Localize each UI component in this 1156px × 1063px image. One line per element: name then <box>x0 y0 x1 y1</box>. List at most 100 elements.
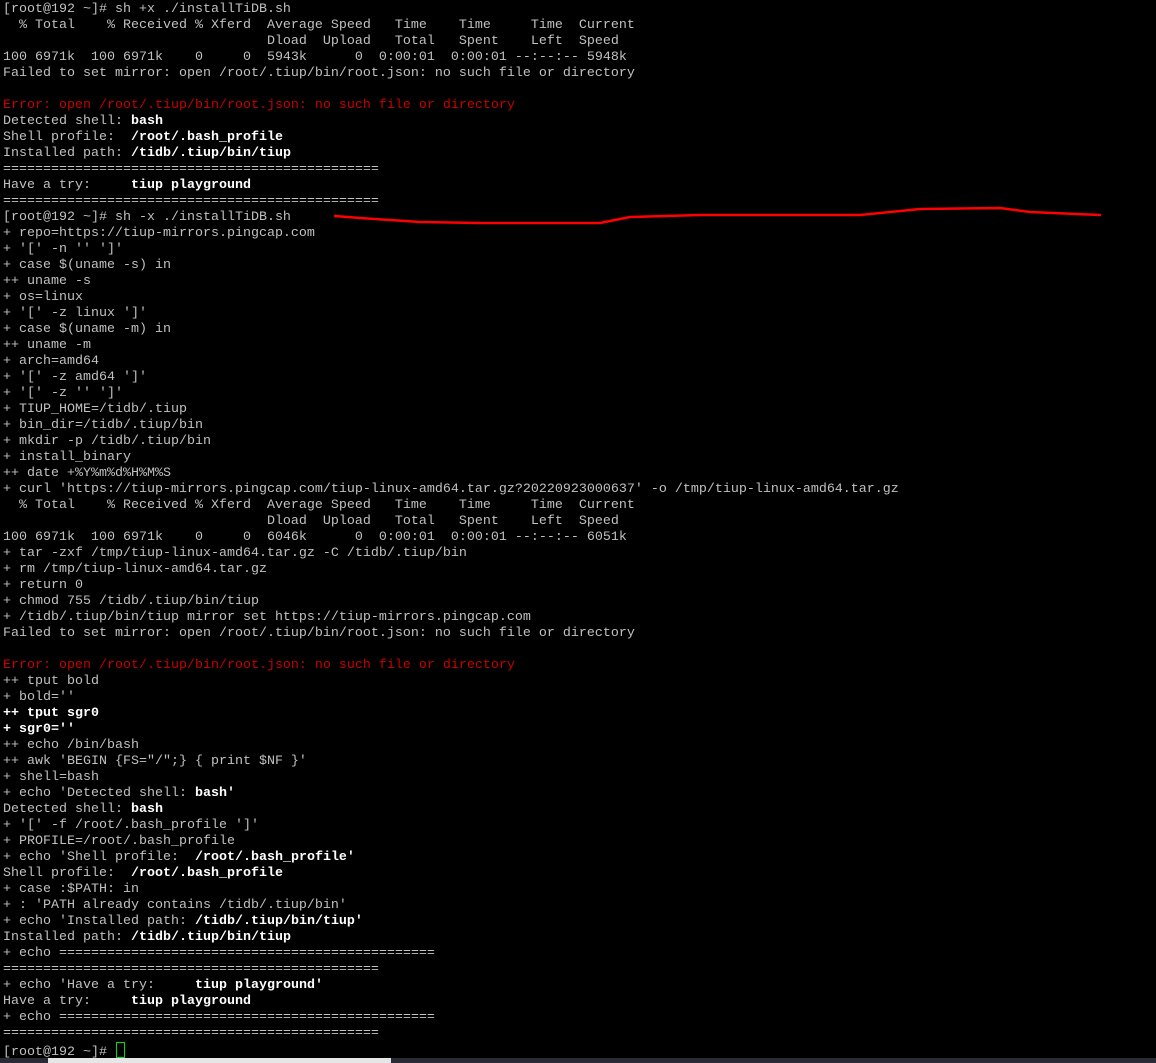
terminal-line: ++ echo /bin/bash <box>3 738 1156 754</box>
line-text: /root/.bash_profile' <box>194 850 355 865</box>
terminal-line: + tar -zxf /tmp/tiup-linux-amd64.tar.gz … <box>3 546 1156 562</box>
terminal-line: + : 'PATH already contains /tidb/.tiup/b… <box>3 898 1156 914</box>
line-text: + sgr0='' <box>3 722 75 737</box>
error-text: Error: open /root/.tiup/bin/root.json: n… <box>3 658 515 673</box>
line-text: + echo 'Have a try: <box>3 978 195 993</box>
line-text: /root/.bash_profile <box>130 130 283 145</box>
terminal-line: + case $(uname -m) in <box>3 322 1156 338</box>
line-text: Detected shell: <box>3 114 131 129</box>
line-text: + echo 'Installed path: <box>3 914 195 929</box>
error-text: Error: open /root/.tiup/bin/root.json: n… <box>3 98 515 113</box>
line-text: ========================================… <box>3 1026 379 1041</box>
line-text: /tidb/.tiup/bin/tiup <box>130 930 291 945</box>
line-text: % Total % Received % Xferd Average Speed… <box>3 498 635 513</box>
line-text: + /tidb/.tiup/bin/tiup mirror set https:… <box>3 610 531 625</box>
line-text: % Total % Received % Xferd Average Speed… <box>3 18 635 33</box>
prompt-line[interactable]: [root@192 ~]# <box>3 1042 1156 1060</box>
terminal-line: + bin_dir=/tidb/.tiup/bin <box>3 418 1156 434</box>
terminal-line: + sgr0='' <box>3 722 1156 738</box>
terminal-line: + '[' -z amd64 ']' <box>3 370 1156 386</box>
terminal-line: + '[' -z linux ']' <box>3 306 1156 322</box>
line-text: + bin_dir=/tidb/.tiup/bin <box>3 418 203 433</box>
line-text: Detected shell: <box>3 802 131 817</box>
terminal-line: ========================================… <box>3 962 1156 978</box>
line-text: ========================================… <box>3 962 379 977</box>
line-text: + chmod 755 /tidb/.tiup/bin/tiup <box>3 594 259 609</box>
line-text: + os=linux <box>3 290 83 305</box>
terminal-line: Detected shell: bash <box>3 114 1156 130</box>
terminal-line: + echo 'Shell profile: /root/.bash_profi… <box>3 850 1156 866</box>
line-text: + '[' -z '' ']' <box>3 386 123 401</box>
line-text: + bold='' <box>3 690 75 705</box>
line-text: [root@192 ~]# sh +x ./installTiDB.sh <box>3 2 291 17</box>
line-text: Failed to set mirror: open /root/.tiup/b… <box>3 626 635 641</box>
line-text: ++ uname -m <box>3 338 91 353</box>
terminal-line: % Total % Received % Xferd Average Speed… <box>3 498 1156 514</box>
line-text: + : 'PATH already contains /tidb/.tiup/b… <box>3 898 347 913</box>
line-text: Dload Upload Total Spent Left Speed <box>3 514 619 529</box>
terminal-line: 100 6971k 100 6971k 0 0 6046k 0 0:00:01 … <box>3 530 1156 546</box>
line-text: + '[' -f /root/.bash_profile ']' <box>3 818 259 833</box>
line-text: tiup playground <box>130 178 251 193</box>
line-text: + '[' -n '' ']' <box>3 242 123 257</box>
terminal-line: + '[' -n '' ']' <box>3 242 1156 258</box>
terminal-line: + bold='' <box>3 690 1156 706</box>
terminal-line: Failed to set mirror: open /root/.tiup/b… <box>3 626 1156 642</box>
line-text: + PROFILE=/root/.bash_profile <box>3 834 235 849</box>
line-text: ++ tput sgr0 <box>3 706 99 721</box>
terminal-line: + echo =================================… <box>3 946 1156 962</box>
terminal-line: ++ uname -m <box>3 338 1156 354</box>
line-text: bash <box>130 114 163 129</box>
line-text: + rm /tmp/tiup-linux-amd64.tar.gz <box>3 562 267 577</box>
line-text: ========================================… <box>3 162 379 177</box>
line-text: + mkdir -p /tidb/.tiup/bin <box>3 434 211 449</box>
line-text: + case :$PATH: in <box>3 882 139 897</box>
line-text: Have a try: <box>3 178 131 193</box>
line-text: + TIUP_HOME=/tidb/.tiup <box>3 402 187 417</box>
line-text: + curl 'https://tiup-mirrors.pingcap.com… <box>3 482 899 497</box>
line-text: ++ date +%Y%m%d%H%M%S <box>3 466 171 481</box>
line-text: /tidb/.tiup/bin/tiup <box>130 146 291 161</box>
horizontal-scrollbar[interactable] <box>0 1058 1156 1063</box>
terminal-line: ++ date +%Y%m%d%H%M%S <box>3 466 1156 482</box>
terminal-line: Dload Upload Total Spent Left Speed <box>3 514 1156 530</box>
terminal-line: Detected shell: bash <box>3 802 1156 818</box>
line-text: + '[' -z linux ']' <box>3 306 147 321</box>
line-text: /root/.bash_profile <box>130 866 283 881</box>
terminal-line: + echo =================================… <box>3 1010 1156 1026</box>
line-text: bash <box>130 802 163 817</box>
terminal-line: + mkdir -p /tidb/.tiup/bin <box>3 434 1156 450</box>
terminal-line: + chmod 755 /tidb/.tiup/bin/tiup <box>3 594 1156 610</box>
line-text: Installed path: <box>3 930 131 945</box>
terminal-line: ++ tput bold <box>3 674 1156 690</box>
line-text: tiup playground <box>130 994 251 1009</box>
line-text: + '[' -z amd64 ']' <box>3 370 147 385</box>
line-text: + arch=amd64 <box>3 354 99 369</box>
line-text: Shell profile: <box>3 130 131 145</box>
line-text: + echo =================================… <box>3 946 435 961</box>
line-text: Installed path: <box>3 146 131 161</box>
line-text: + install_binary <box>3 450 131 465</box>
line-text: ++ uname -s <box>3 274 91 289</box>
terminal-output[interactable]: [root@192 ~]# sh +x ./installTiDB.sh % T… <box>3 2 1156 1060</box>
terminal-line: ========================================… <box>3 194 1156 210</box>
terminal-line: Shell profile: /root/.bash_profile <box>3 866 1156 882</box>
scrollbar-thumb[interactable] <box>48 1058 391 1063</box>
terminal-line: Error: open /root/.tiup/bin/root.json: n… <box>3 98 1156 114</box>
terminal-line: + os=linux <box>3 290 1156 306</box>
line-text: /tidb/.tiup/bin/tiup' <box>194 914 363 929</box>
terminal-line: Dload Upload Total Spent Left Speed <box>3 34 1156 50</box>
terminal-line: + echo 'Detected shell: bash' <box>3 786 1156 802</box>
terminal-line: Installed path: /tidb/.tiup/bin/tiup <box>3 930 1156 946</box>
terminal-line: + TIUP_HOME=/tidb/.tiup <box>3 402 1156 418</box>
line-text: 100 6971k 100 6971k 0 0 6046k 0 0:00:01 … <box>3 530 627 545</box>
line-text: 100 6971k 100 6971k 0 0 5943k 0 0:00:01 … <box>3 50 627 65</box>
line-text: + tar -zxf /tmp/tiup-linux-amd64.tar.gz … <box>3 546 467 561</box>
terminal-line: Have a try: tiup playground <box>3 178 1156 194</box>
terminal-line: ++ awk 'BEGIN {FS="/";} { print $NF }' <box>3 754 1156 770</box>
terminal-line: Installed path: /tidb/.tiup/bin/tiup <box>3 146 1156 162</box>
terminal-line: + rm /tmp/tiup-linux-amd64.tar.gz <box>3 562 1156 578</box>
terminal-line: + repo=https://tiup-mirrors.pingcap.com <box>3 226 1156 242</box>
terminal-line: + '[' -f /root/.bash_profile ']' <box>3 818 1156 834</box>
line-text: ++ echo /bin/bash <box>3 738 139 753</box>
